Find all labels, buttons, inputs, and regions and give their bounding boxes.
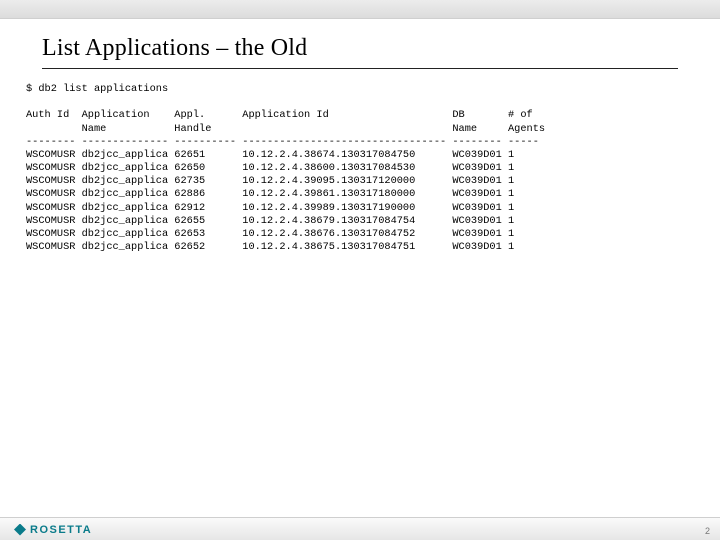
page-number: 2	[705, 526, 710, 536]
logo-text: ROSETTA	[30, 524, 92, 536]
title-rule	[42, 68, 678, 69]
logo-mark-icon	[14, 524, 26, 536]
slide-title: List Applications – the Old	[42, 35, 720, 62]
slide-footer: ROSETTA 2	[0, 517, 720, 540]
terminal-output: $ db2 list applications Auth Id Applicat…	[26, 83, 720, 254]
slide-top-bar	[0, 0, 720, 19]
logo: ROSETTA	[14, 522, 92, 537]
